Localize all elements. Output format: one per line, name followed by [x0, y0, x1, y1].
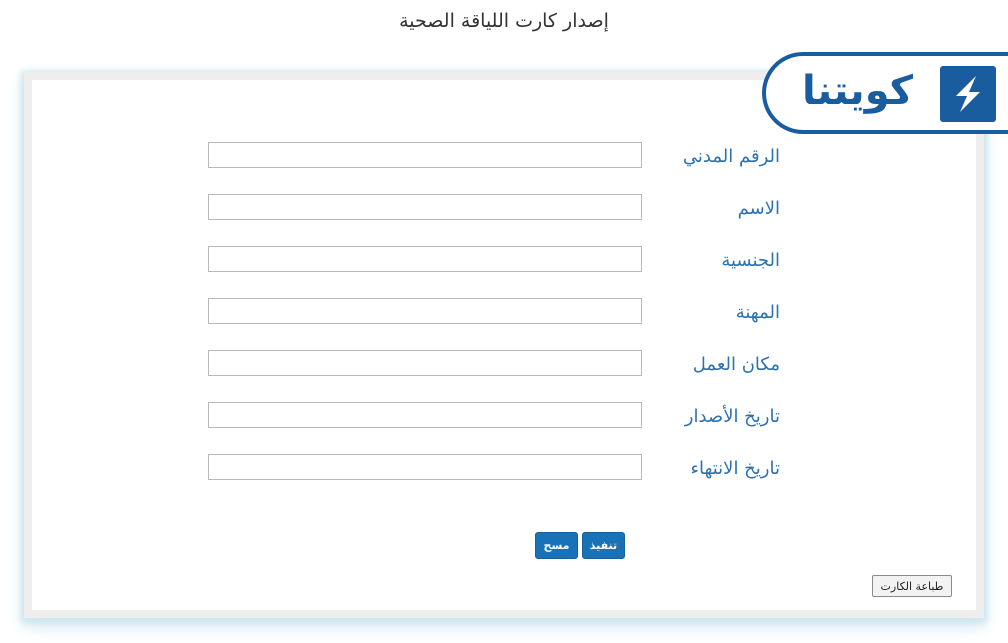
expiry-date-field[interactable]	[208, 454, 642, 480]
form-row-name: الاسم	[32, 194, 976, 224]
execute-button[interactable]: تنفيذ	[582, 532, 625, 559]
nationality-field[interactable]	[208, 246, 642, 272]
lightning-s-icon	[940, 66, 996, 122]
form-card: الرقم المدني الاسم الجنسية المهنة مكان ا…	[24, 72, 984, 618]
expiry-date-label: تاريخ الانتهاء	[690, 458, 781, 479]
clear-button[interactable]: مسح	[535, 532, 578, 559]
workplace-field[interactable]	[208, 350, 642, 376]
name-label: الاسم	[737, 198, 780, 219]
form-row-issue-date: تاريخ الأصدار	[32, 402, 976, 432]
issue-date-field[interactable]	[208, 402, 642, 428]
profession-label: المهنة	[735, 302, 780, 323]
form-row-workplace: مكان العمل	[32, 350, 976, 380]
civil-id-field[interactable]	[208, 142, 642, 168]
form-row-expiry-date: تاريخ الانتهاء	[32, 454, 976, 484]
profession-field[interactable]	[208, 298, 642, 324]
form-row-nationality: الجنسية	[32, 246, 976, 276]
print-card-button[interactable]: طباعة الكارت	[872, 575, 952, 597]
workplace-label: مكان العمل	[692, 354, 780, 375]
logo-text: كويتنا	[802, 68, 914, 114]
page-title: إصدار كارت اللياقة الصحية	[399, 10, 609, 32]
name-field[interactable]	[208, 194, 642, 220]
form-row-civil-id: الرقم المدني	[32, 142, 976, 172]
form-row-profession: المهنة	[32, 298, 976, 328]
nationality-label: الجنسية	[721, 250, 780, 271]
form-card-inner: الرقم المدني الاسم الجنسية المهنة مكان ا…	[32, 80, 976, 610]
issue-date-label: تاريخ الأصدار	[684, 406, 780, 427]
logo-badge: كويتنا	[762, 52, 1008, 134]
civil-id-label: الرقم المدني	[682, 146, 780, 167]
